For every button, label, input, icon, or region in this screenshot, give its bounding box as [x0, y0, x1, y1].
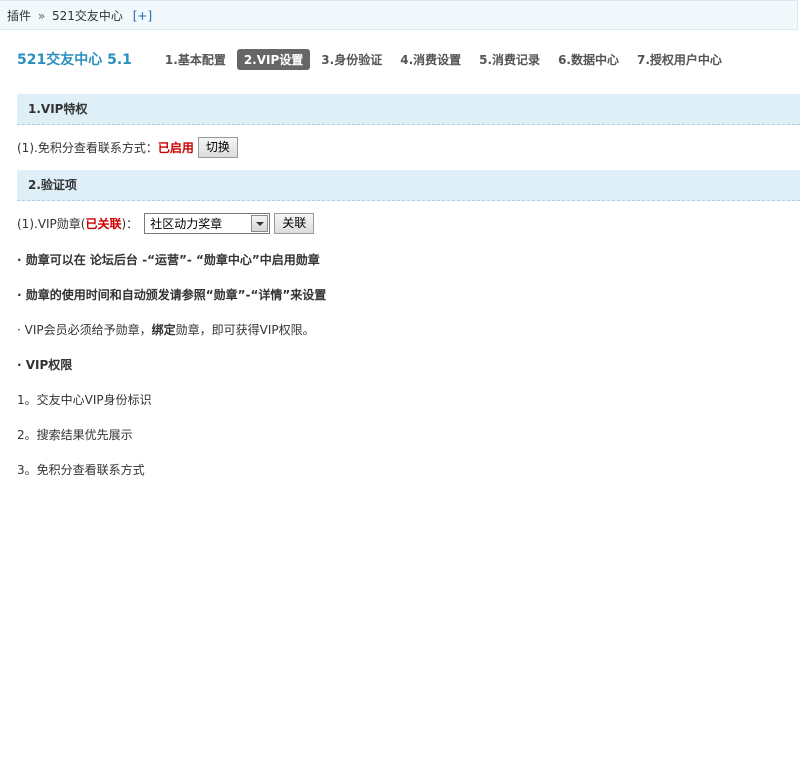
medal-label-prefix: (1).VIP勋章(: [17, 217, 86, 231]
breadcrumb-separator: »: [37, 9, 46, 23]
vip-right-item: 3。免积分查看联系方式: [17, 463, 145, 477]
section-header-verification: 2.验证项: [17, 170, 800, 201]
medal-status: 已关联: [85, 217, 122, 231]
tab-identity-verification[interactable]: 3.身份验证: [314, 49, 389, 70]
note-vip-binding-prefix: · VIP会员必须给予勋章，: [17, 323, 152, 337]
tab-authorized-user-center[interactable]: 7.授权用户中心: [630, 49, 729, 70]
add-shortcut-link[interactable]: [+]: [133, 9, 152, 23]
note-vip-binding-suffix: 勋章，即可获得VIP权限。: [175, 323, 315, 337]
note-vip-binding-bold: 绑定: [151, 323, 176, 337]
app-title: 521交友中心 5.1: [17, 52, 132, 68]
chevron-down-icon[interactable]: [251, 215, 269, 232]
tab-consumption-records[interactable]: 5.消费记录: [472, 49, 547, 70]
breadcrumb: 插件 » 521交友中心 [+]: [0, 0, 798, 30]
medal-select[interactable]: 社区动力奖章: [144, 213, 271, 234]
section-header-vip-privilege: 1.VIP特权: [17, 94, 800, 125]
link-medal-button[interactable]: 关联: [274, 213, 315, 234]
note-vip-binding: · VIP会员必须给予勋章， 绑定 勋章，即可获得VIP权限。: [17, 321, 315, 338]
vip-right-item: 2。搜索结果优先展示: [17, 428, 133, 442]
free-view-row: (1).免积分查看联系方式： 已启用 切换: [17, 137, 238, 158]
vip-right-item: 1。交友中心VIP身份标识: [17, 393, 152, 407]
medal-row: (1).VIP勋章( 已关联 )： 社区动力奖章 关联: [17, 213, 315, 234]
toggle-button[interactable]: 切换: [197, 137, 238, 158]
note-medal-duration: · 勋章的使用时间和自动颁发请参照“勋章”-“详情”来设置: [17, 288, 327, 302]
tab-vip-settings[interactable]: 2.VIP设置: [236, 48, 311, 70]
plugin-nav: 521交友中心 5.1 1.基本配置 2.VIP设置 3.身份验证 4.消费设置…: [17, 47, 733, 71]
breadcrumb-current[interactable]: 521交友中心: [52, 9, 123, 23]
vip-rights-title: · VIP权限: [17, 358, 73, 372]
tab-consumption-settings[interactable]: 4.消费设置: [393, 49, 468, 70]
free-view-status: 已启用: [157, 141, 194, 155]
medal-label-suffix: )：: [121, 217, 139, 231]
breadcrumb-root[interactable]: 插件: [7, 9, 31, 23]
tab-basic-config[interactable]: 1.基本配置: [158, 49, 233, 70]
free-view-label: (1).免积分查看联系方式：: [17, 141, 158, 155]
tab-data-center[interactable]: 6.数据中心: [551, 49, 626, 70]
medal-select-value: 社区动力奖章: [150, 217, 223, 231]
note-enable-medal: · 勋章可以在 论坛后台 -“运营”- “勋章中心”中启用勋章: [17, 253, 320, 267]
